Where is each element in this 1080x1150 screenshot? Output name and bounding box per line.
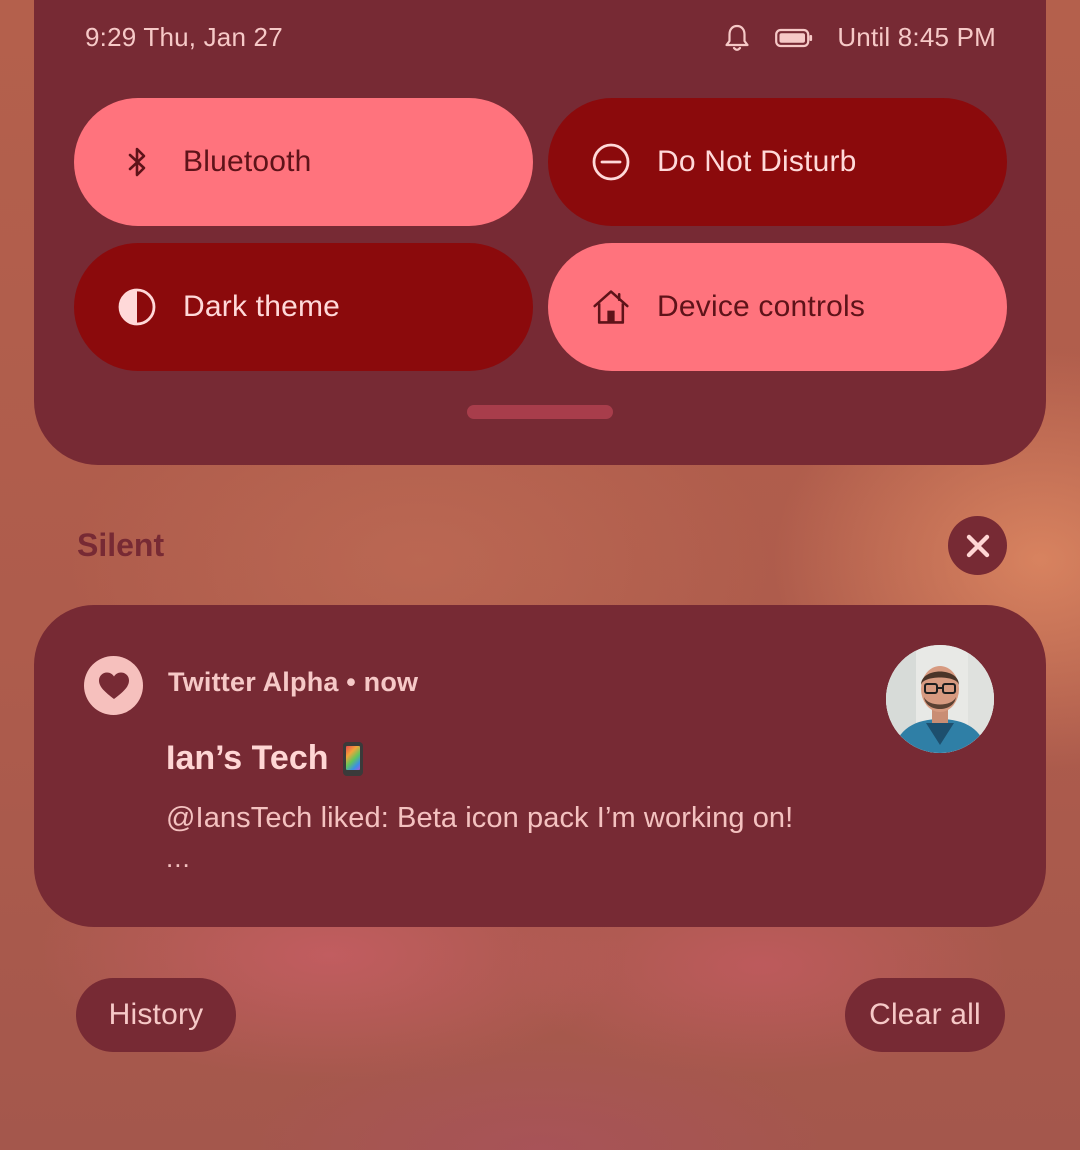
status-icons: Until 8:45 PM bbox=[723, 22, 996, 53]
tile-device-controls[interactable]: Device controls bbox=[548, 243, 1007, 371]
tile-label-device-controls: Device controls bbox=[657, 290, 866, 323]
bell-icon bbox=[725, 24, 749, 51]
bluetooth-icon bbox=[117, 142, 157, 182]
clear-all-button[interactable]: Clear all bbox=[845, 978, 1005, 1052]
tile-label-do-not-disturb: Do Not Disturb bbox=[657, 145, 857, 178]
close-icon bbox=[966, 534, 989, 557]
tile-label-dark-theme: Dark theme bbox=[183, 290, 341, 323]
tile-dark-theme[interactable]: Dark theme bbox=[74, 243, 533, 371]
tile-bluetooth[interactable]: Bluetooth bbox=[74, 98, 533, 226]
section-title-silent: Silent bbox=[77, 527, 165, 563]
notification-card[interactable]: Twitter Alpha • now Ian’s Tech @IansTech… bbox=[34, 605, 1046, 927]
battery-icon bbox=[775, 28, 813, 47]
tile-do-not-disturb[interactable]: Do Not Disturb bbox=[548, 98, 1007, 226]
status-bar: 9:29 Thu, Jan 27 Until 8:45 PM bbox=[34, 0, 1046, 78]
history-button[interactable]: History bbox=[76, 978, 236, 1052]
tile-label-bluetooth: Bluetooth bbox=[183, 145, 312, 178]
notification-sender: Ian’s Tech bbox=[166, 739, 363, 778]
dismiss-silent-button[interactable] bbox=[948, 516, 1007, 575]
heart-icon bbox=[84, 656, 143, 715]
notification-ellipsis: ... bbox=[166, 843, 191, 873]
status-time-date: 9:29 Thu, Jan 27 bbox=[85, 22, 283, 52]
do-not-disturb-icon bbox=[591, 142, 631, 182]
dark-theme-icon bbox=[117, 287, 157, 327]
notification-message: @IansTech liked: Beta icon pack I’m work… bbox=[166, 802, 794, 834]
panel-drag-handle[interactable] bbox=[467, 405, 613, 419]
avatar bbox=[886, 645, 994, 753]
notification-sender-name: Ian’s Tech bbox=[166, 739, 329, 777]
battery-time-remaining: Until 8:45 PM bbox=[837, 22, 996, 52]
home-icon bbox=[591, 287, 631, 327]
mobile-phone-icon bbox=[342, 741, 363, 776]
notification-app-name-time: Twitter Alpha • now bbox=[168, 667, 419, 697]
